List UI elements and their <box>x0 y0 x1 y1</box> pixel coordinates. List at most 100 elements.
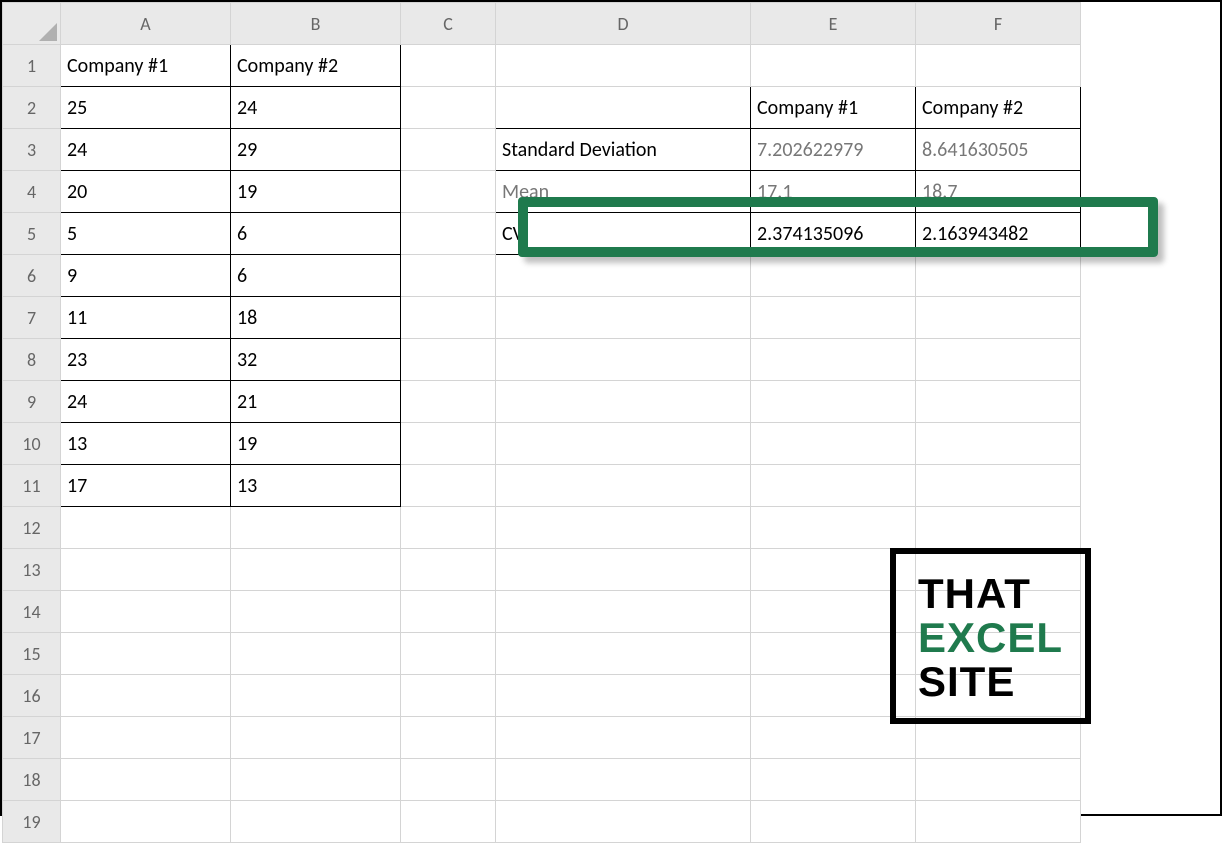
cell-E12[interactable] <box>751 507 916 549</box>
row-header-5[interactable]: 5 <box>3 213 61 255</box>
cell-A17[interactable] <box>61 717 231 759</box>
cell-C17[interactable] <box>401 717 496 759</box>
cell-E7[interactable] <box>751 297 916 339</box>
cell-C11[interactable] <box>401 465 496 507</box>
cell-C8[interactable] <box>401 339 496 381</box>
cell-B1[interactable]: Company #2 <box>231 45 401 87</box>
row-header-12[interactable]: 12 <box>3 507 61 549</box>
col-header-C[interactable]: C <box>401 3 496 45</box>
col-header-E[interactable]: E <box>751 3 916 45</box>
cell-D15[interactable] <box>496 633 751 675</box>
cell-A13[interactable] <box>61 549 231 591</box>
cell-B17[interactable] <box>231 717 401 759</box>
cell-A6[interactable]: 9 <box>61 255 231 297</box>
cell-B5[interactable]: 6 <box>231 213 401 255</box>
row-header-16[interactable]: 16 <box>3 675 61 717</box>
cell-E19[interactable] <box>751 801 916 843</box>
row-header-11[interactable]: 11 <box>3 465 61 507</box>
cell-D10[interactable] <box>496 423 751 465</box>
row-header-10[interactable]: 10 <box>3 423 61 465</box>
cell-C16[interactable] <box>401 675 496 717</box>
cell-E2[interactable]: Company #1 <box>751 87 916 129</box>
cell-C12[interactable] <box>401 507 496 549</box>
cell-A8[interactable]: 23 <box>61 339 231 381</box>
cell-D19[interactable] <box>496 801 751 843</box>
cell-C1[interactable] <box>401 45 496 87</box>
cell-F11[interactable] <box>916 465 1081 507</box>
cell-A5[interactable]: 5 <box>61 213 231 255</box>
cell-B3[interactable]: 29 <box>231 129 401 171</box>
cell-C13[interactable] <box>401 549 496 591</box>
cell-B7[interactable]: 18 <box>231 297 401 339</box>
cell-B16[interactable] <box>231 675 401 717</box>
cell-F4[interactable]: 18.7 <box>916 171 1081 213</box>
cell-F6[interactable] <box>916 255 1081 297</box>
row-header-3[interactable]: 3 <box>3 129 61 171</box>
cell-A11[interactable]: 17 <box>61 465 231 507</box>
cell-D5[interactable]: CV <box>496 213 751 255</box>
cell-D8[interactable] <box>496 339 751 381</box>
cell-F1[interactable] <box>916 45 1081 87</box>
cell-B10[interactable]: 19 <box>231 423 401 465</box>
cell-D2[interactable] <box>496 87 751 129</box>
col-header-A[interactable]: A <box>61 3 231 45</box>
cell-B2[interactable]: 24 <box>231 87 401 129</box>
cell-F12[interactable] <box>916 507 1081 549</box>
row-header-1[interactable]: 1 <box>3 45 61 87</box>
cell-A16[interactable] <box>61 675 231 717</box>
row-header-7[interactable]: 7 <box>3 297 61 339</box>
cell-D6[interactable] <box>496 255 751 297</box>
cell-D4[interactable]: Mean <box>496 171 751 213</box>
row-header-2[interactable]: 2 <box>3 87 61 129</box>
col-header-D[interactable]: D <box>496 3 751 45</box>
cell-C7[interactable] <box>401 297 496 339</box>
cell-B18[interactable] <box>231 759 401 801</box>
cell-F19[interactable] <box>916 801 1081 843</box>
cell-F2[interactable]: Company #2 <box>916 87 1081 129</box>
cell-B4[interactable]: 19 <box>231 171 401 213</box>
cell-B19[interactable] <box>231 801 401 843</box>
row-header-14[interactable]: 14 <box>3 591 61 633</box>
cell-D18[interactable] <box>496 759 751 801</box>
cell-A4[interactable]: 20 <box>61 171 231 213</box>
cell-F3[interactable]: 8.641630505 <box>916 129 1081 171</box>
cell-B14[interactable] <box>231 591 401 633</box>
cell-C2[interactable] <box>401 87 496 129</box>
row-header-4[interactable]: 4 <box>3 171 61 213</box>
row-header-19[interactable]: 19 <box>3 801 61 843</box>
cell-B6[interactable]: 6 <box>231 255 401 297</box>
cell-C15[interactable] <box>401 633 496 675</box>
cell-E6[interactable] <box>751 255 916 297</box>
row-header-6[interactable]: 6 <box>3 255 61 297</box>
cell-A3[interactable]: 24 <box>61 129 231 171</box>
cell-D3[interactable]: Standard Deviation <box>496 129 751 171</box>
cell-A15[interactable] <box>61 633 231 675</box>
row-header-9[interactable]: 9 <box>3 381 61 423</box>
row-header-13[interactable]: 13 <box>3 549 61 591</box>
cell-D14[interactable] <box>496 591 751 633</box>
col-header-B[interactable]: B <box>231 3 401 45</box>
cell-A9[interactable]: 24 <box>61 381 231 423</box>
cell-F8[interactable] <box>916 339 1081 381</box>
cell-A18[interactable] <box>61 759 231 801</box>
cell-E9[interactable] <box>751 381 916 423</box>
cell-D17[interactable] <box>496 717 751 759</box>
cell-A14[interactable] <box>61 591 231 633</box>
cell-D7[interactable] <box>496 297 751 339</box>
cell-C5[interactable] <box>401 213 496 255</box>
cell-E4[interactable]: 17.1 <box>751 171 916 213</box>
cell-C10[interactable] <box>401 423 496 465</box>
cell-E11[interactable] <box>751 465 916 507</box>
cell-A19[interactable] <box>61 801 231 843</box>
cell-C14[interactable] <box>401 591 496 633</box>
cell-E3[interactable]: 7.202622979 <box>751 129 916 171</box>
cell-F5[interactable]: 2.163943482 <box>916 213 1081 255</box>
cell-C9[interactable] <box>401 381 496 423</box>
cell-E5[interactable]: 2.374135096 <box>751 213 916 255</box>
cell-E1[interactable] <box>751 45 916 87</box>
col-header-F[interactable]: F <box>916 3 1081 45</box>
cell-D1[interactable] <box>496 45 751 87</box>
cell-F7[interactable] <box>916 297 1081 339</box>
cell-B13[interactable] <box>231 549 401 591</box>
cell-B8[interactable]: 32 <box>231 339 401 381</box>
